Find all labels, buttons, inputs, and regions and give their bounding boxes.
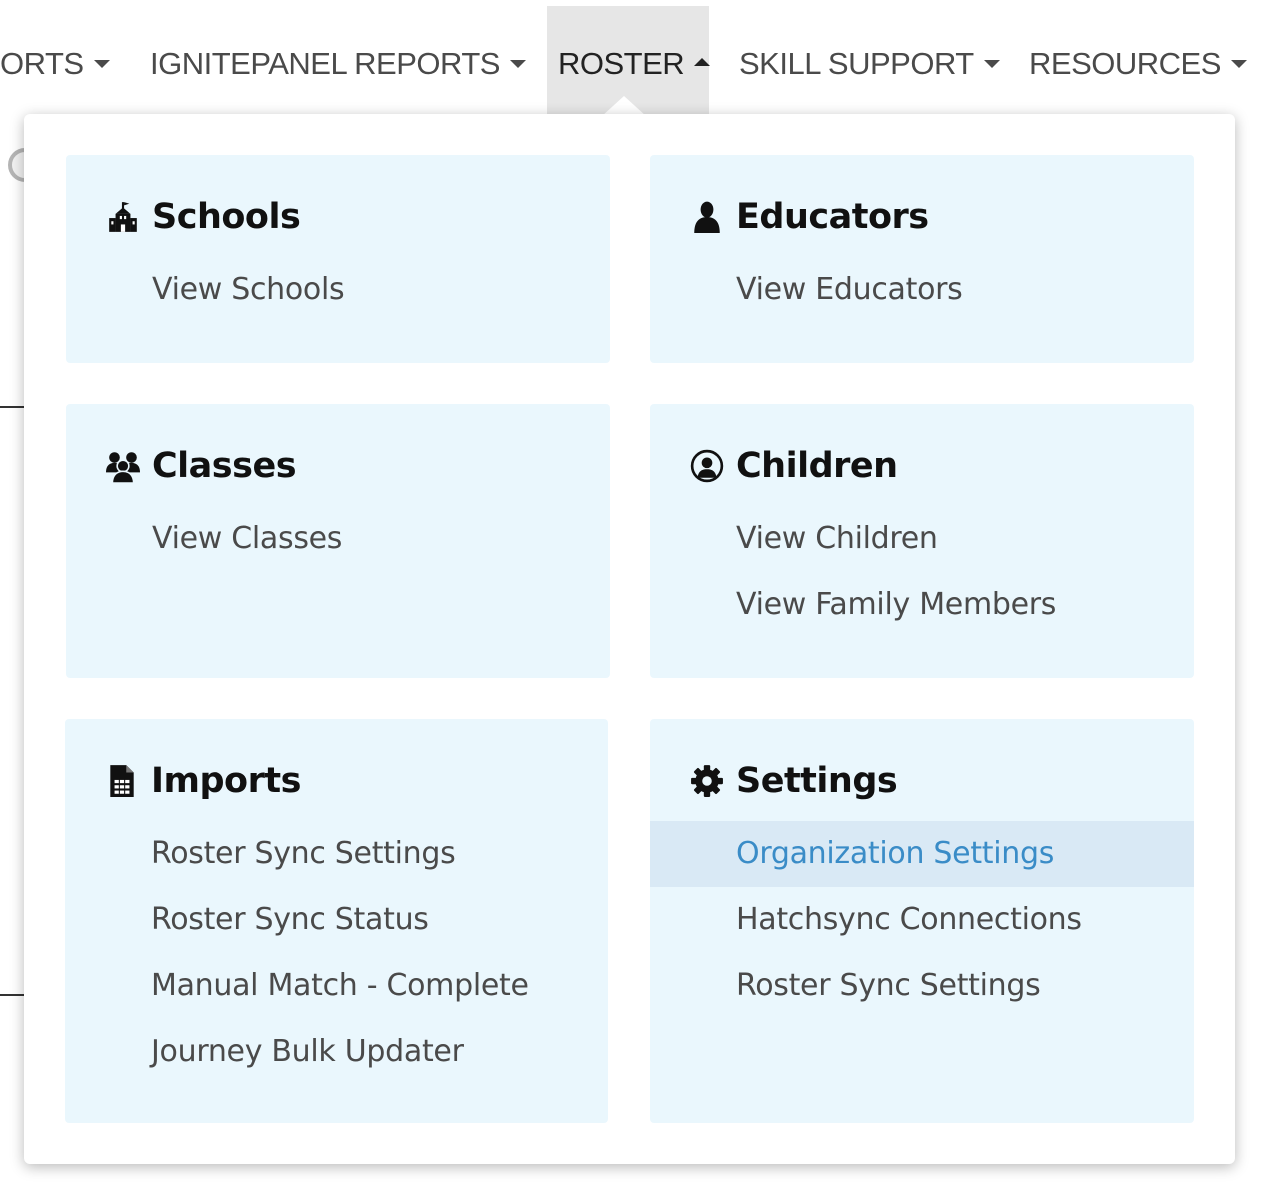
educators-section: Educators View Educators — [650, 155, 1194, 363]
nav-item-ignitepanel-reports[interactable]: IGNITEPANEL REPORTS — [150, 6, 526, 128]
section-title: Educators — [736, 197, 929, 237]
child-icon — [690, 449, 724, 483]
imports-heading: Imports — [105, 759, 301, 803]
children-links: View Children View Family Members — [650, 506, 1194, 638]
users-icon — [106, 452, 140, 483]
educators-links: View Educators — [650, 257, 1194, 323]
organization-settings-link[interactable]: Organization Settings — [650, 821, 1194, 887]
educators-heading: Educators — [690, 195, 929, 239]
schools-links: View Schools — [66, 257, 610, 323]
section-title: Imports — [151, 761, 301, 801]
view-family-members-link[interactable]: View Family Members — [650, 572, 1194, 638]
section-title: Settings — [736, 761, 898, 801]
dropdown-pointer — [602, 96, 646, 116]
caret-down-icon — [983, 60, 1000, 68]
nav-item-resources[interactable]: RESOURCES — [1029, 6, 1247, 128]
section-title: Children — [736, 446, 898, 486]
classes-links: View Classes — [66, 506, 610, 572]
nav-item-label: ROSTER — [558, 46, 685, 81]
caret-down-icon — [1230, 60, 1247, 68]
classes-heading: Classes — [106, 444, 297, 488]
journey-bulk-updater-link[interactable]: Journey Bulk Updater — [65, 1019, 608, 1085]
gear-icon — [691, 765, 723, 797]
children-section: Children View Children View Family Membe… — [650, 404, 1194, 678]
nav-item-reports[interactable]: ORTS — [0, 6, 110, 128]
roster-sync-status-link[interactable]: Roster Sync Status — [65, 887, 608, 953]
schools-heading: Schools — [106, 195, 301, 239]
roster-sync-settings-link[interactable]: Roster Sync Settings — [650, 953, 1194, 1019]
caret-down-icon — [509, 60, 526, 68]
roster-dropdown-menu: Schools View Schools Educators View Educ… — [24, 114, 1235, 1164]
hatchsync-connections-link[interactable]: Hatchsync Connections — [650, 887, 1194, 953]
settings-section: Settings Organization Settings Hatchsync… — [650, 719, 1194, 1123]
section-title: Classes — [152, 446, 297, 486]
children-heading: Children — [690, 444, 898, 488]
settings-heading: Settings — [690, 759, 898, 803]
view-children-link[interactable]: View Children — [650, 506, 1194, 572]
imports-section: Imports Roster Sync Settings Roster Sync… — [65, 719, 608, 1123]
person-icon — [694, 201, 720, 233]
settings-links: Organization Settings Hatchsync Connecti… — [650, 821, 1194, 1019]
view-schools-link[interactable]: View Schools — [66, 257, 610, 323]
classes-section: Classes View Classes — [66, 404, 610, 678]
nav-item-label: SKILL SUPPORT — [739, 46, 974, 81]
roster-sync-settings-link[interactable]: Roster Sync Settings — [65, 821, 608, 887]
caret-down-icon — [93, 60, 110, 68]
nav-item-label: IGNITEPANEL REPORTS — [150, 46, 500, 81]
section-title: Schools — [152, 197, 301, 237]
nav-item-label: RESOURCES — [1029, 46, 1221, 81]
background-divider — [0, 994, 26, 996]
imports-links: Roster Sync Settings Roster Sync Status … — [65, 821, 608, 1085]
nav-item-label: ORTS — [0, 46, 84, 81]
background-divider — [0, 406, 26, 408]
school-icon — [109, 202, 137, 232]
manual-match-complete-link[interactable]: Manual Match - Complete — [65, 953, 608, 1019]
nav-item-skill-support[interactable]: SKILL SUPPORT — [739, 6, 1000, 128]
spreadsheet-icon — [110, 765, 134, 797]
view-classes-link[interactable]: View Classes — [66, 506, 610, 572]
view-educators-link[interactable]: View Educators — [650, 257, 1194, 323]
schools-section: Schools View Schools — [66, 155, 610, 363]
caret-up-icon — [694, 58, 711, 66]
